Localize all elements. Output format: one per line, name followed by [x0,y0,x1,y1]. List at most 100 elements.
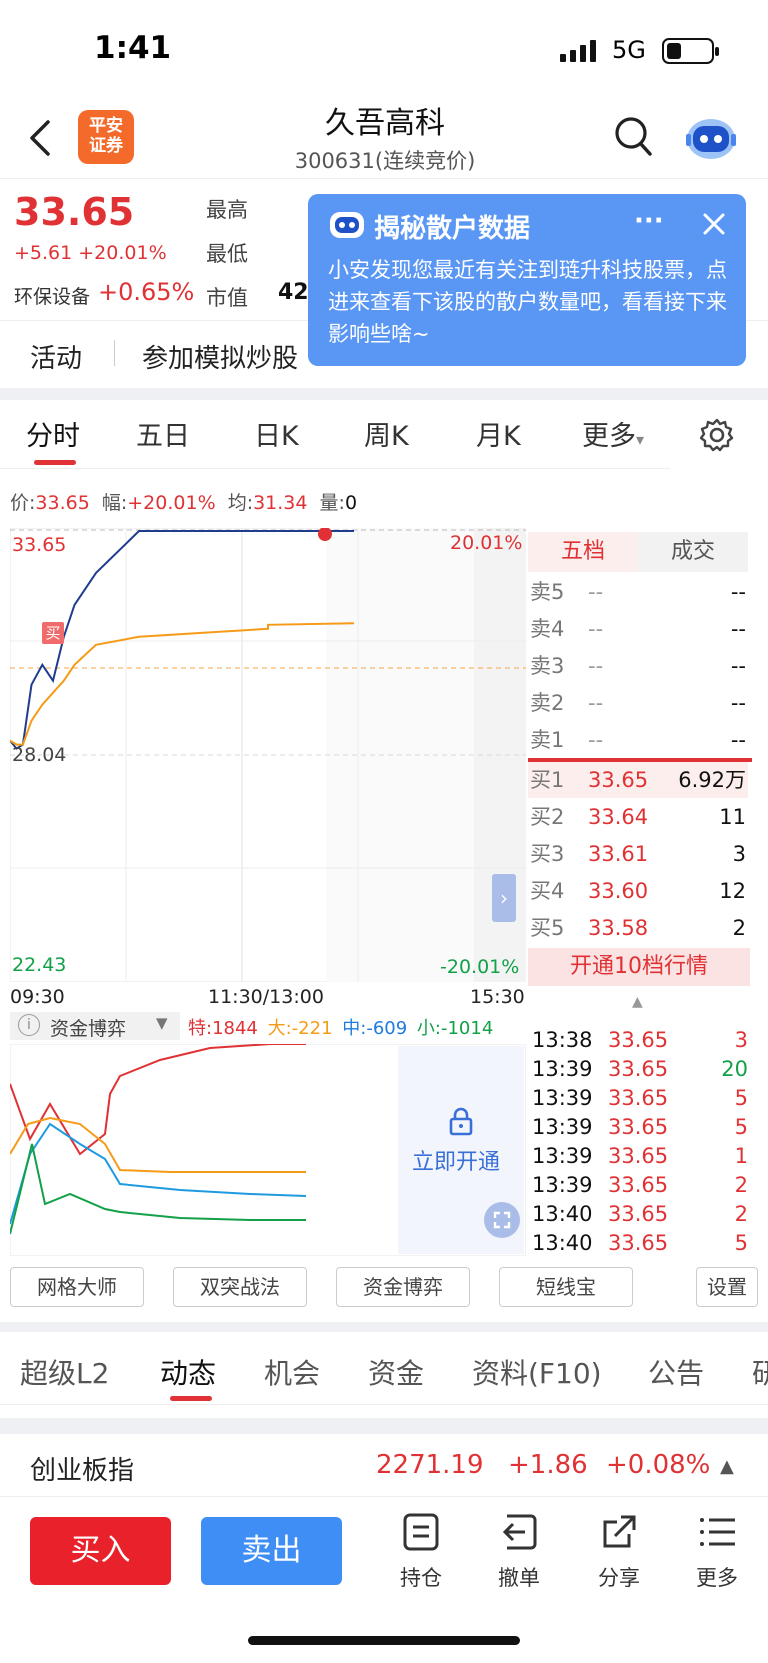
y-axis-mid: 28.04 [12,744,67,766]
tab-announcement[interactable]: 公告 [648,1352,704,1392]
stock-name: 久吾高科 [325,106,445,141]
popup-body: 小安发现您最近有关注到琏升科技股票，点进来查看下该股的散户数量吧，看看接下来影响… [328,258,727,346]
open-10-levels-button[interactable]: 开通10档行情 [528,948,750,986]
tab-research[interactable]: 研 [752,1352,768,1392]
x-axis-mid: 11:30/13:00 [208,986,324,1008]
trade-row: 13:39 33.65 2 [532,1173,748,1197]
tab-daily-k[interactable]: 日K [254,414,299,453]
tools-settings-button[interactable]: 设置 [696,1267,758,1307]
trade-row: 13:39 33.65 5 [532,1115,748,1139]
chevron-left-icon[interactable] [26,118,52,158]
fund-game-button[interactable]: 资金博弈 [336,1267,470,1307]
network-label: 5G [612,36,646,64]
pct-axis-top: 20.01% [450,532,523,554]
trade-row: 13:40 33.65 5 [532,1231,748,1255]
buy-marker[interactable]: 买 [42,622,64,644]
double-breakout-button[interactable]: 双突战法 [173,1267,307,1307]
trade-row: 13:39 33.65 5 [532,1086,748,1110]
retail-data-popup[interactable]: 揭秘散户数据 ··· 小安发现您最近有关注到琏升科技股票，点进来查看下该股的散户… [308,194,746,366]
home-indicator [248,1636,520,1645]
activity-divider [114,340,115,366]
activity-label[interactable]: 活动 [30,338,82,375]
expand-up-icon[interactable]: ▲ [720,1456,734,1477]
tab-opportunity[interactable]: 机会 [264,1352,320,1392]
broker-logo: 平安 证券 [78,110,134,164]
x-axis-end: 15:30 [470,986,525,1008]
intraday-info-line: 价:33.65 幅:+20.01% 均:31.34 量:0 [10,492,358,514]
tab-capital[interactable]: 资金 [368,1352,424,1392]
intraday-price-chart[interactable] [10,528,526,982]
short-line-button[interactable]: 短线宝 [499,1267,633,1307]
tab-five-day[interactable]: 五日 [136,414,190,453]
bid-row: 买1 33.65 6.92万 [528,762,748,798]
pct-axis-bottom: -20.01% [440,956,520,978]
share-icon [603,1515,636,1548]
fund-game-selector[interactable]: i 资金博弈 ▼ [10,1012,180,1040]
settings-gear-icon[interactable] [700,418,734,452]
ask-row: 卖1 -- -- [530,728,746,752]
tab-more[interactable]: 更多▾ [582,414,644,453]
grid-master-button[interactable]: 网格大师 [10,1267,144,1307]
trade-row: 13:39 33.65 1 [532,1144,748,1168]
y-axis-top: 33.65 [12,534,67,556]
position-button[interactable]: 持仓 [386,1512,456,1592]
activity-text[interactable]: 参加模拟炒股 [142,338,298,375]
trade-row: 13:39 33.65 20 [532,1057,748,1081]
lock-icon [449,1107,473,1136]
tab-dynamics[interactable]: 动态 [160,1352,216,1392]
trade-row: 13:40 33.65 2 [532,1202,748,1226]
tab-deals[interactable]: 成交 [638,532,748,572]
ask-row: 卖5 -- -- [530,580,746,604]
tab-indicator [34,460,76,465]
index-value: 2271.19 [376,1450,484,1480]
expand-arrow-icon[interactable]: › [492,874,516,922]
fullscreen-icon[interactable] [484,1202,520,1238]
bid-row: 买2 33.64 11 [530,805,746,829]
sector-name[interactable]: 环保设备 [14,282,90,309]
robot-avatar-icon[interactable] [684,112,738,162]
buy-button[interactable]: 买入 [30,1517,171,1585]
bid-row: 买4 33.60 12 [530,879,746,903]
tab-super-l2[interactable]: 超级L2 [20,1352,109,1392]
bid-row: 买5 33.58 2 [530,916,746,940]
ask-row: 卖3 -- -- [530,654,746,678]
sell-button[interactable]: 卖出 [201,1517,342,1585]
dropdown-icon: ▼ [156,1014,168,1032]
tab-five-level[interactable]: 五档 [528,532,638,572]
x-axis-start: 09:30 [10,986,65,1008]
more-button[interactable]: 更多 [682,1512,752,1592]
popup-more-icon[interactable]: ··· [634,206,664,236]
stock-code: 300631(连续竞价) [294,149,476,173]
tab-monthly-k[interactable]: 月K [476,414,521,453]
menu-icon [700,1518,735,1546]
unlock-button[interactable]: 立即开通 [412,1144,500,1176]
sector-change: +0.65% [98,278,195,306]
close-icon[interactable] [702,212,726,236]
tab-intraday[interactable]: 分时 [26,414,80,453]
market-cap-value: 42 [278,280,309,305]
battery-icon [662,38,719,64]
index-pct: +0.08% [606,1450,711,1480]
ask-row: 卖2 -- -- [530,691,746,715]
cancel-order-icon [502,1514,537,1550]
last-price: 33.65 [14,190,135,234]
share-button[interactable]: 分享 [584,1512,654,1592]
tab-weekly-k[interactable]: 周K [364,414,409,453]
high-label: 最高 [206,198,248,222]
collapse-up-icon[interactable]: ▲ [632,994,643,1010]
low-label: 最低 [206,242,248,266]
tab-f10[interactable]: 资料(F10) [472,1352,602,1392]
bottom-tab-indicator [170,1396,212,1401]
index-name[interactable]: 创业板指 [30,1450,134,1487]
fund-game-legend: 特:1844 大:-221 中:-609 小:-1014 [188,1018,494,1039]
search-icon[interactable] [614,116,654,158]
market-cap-label: 市值 [206,286,248,310]
bid-row: 买3 33.61 3 [530,842,746,866]
trade-row: 13:38 33.65 3 [532,1028,748,1052]
index-change: +1.86 [508,1450,588,1480]
signal-icon [560,40,596,62]
info-icon: i [18,1014,40,1036]
price-change: +5.61 +20.01% [14,242,167,264]
cancel-order-button[interactable]: 撤单 [484,1512,554,1592]
ask-row: 卖4 -- -- [530,617,746,641]
